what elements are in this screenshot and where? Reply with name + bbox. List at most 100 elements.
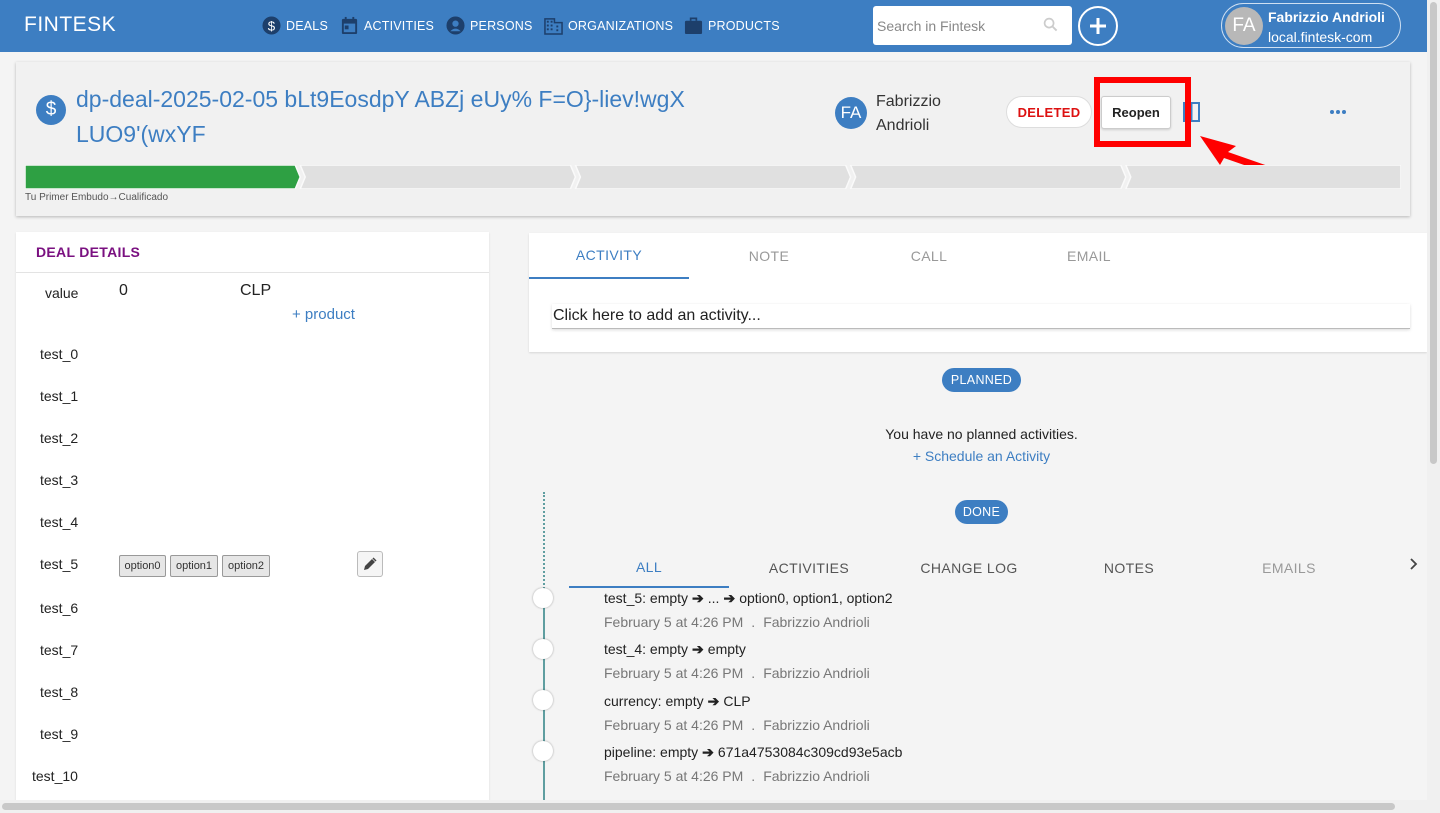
edit-field-button[interactable] xyxy=(357,551,383,577)
more-options-icon[interactable] xyxy=(1328,104,1348,120)
owner-avatar[interactable]: FA xyxy=(835,97,867,129)
field-label-test-1: test_1 xyxy=(40,388,79,404)
pipeline-stage[interactable] xyxy=(1124,165,1401,189)
nav-deals-label: DEALS xyxy=(286,18,328,33)
timeline-dot xyxy=(533,588,553,608)
log-meta: February 5 at 4:26 PM. Fabrizzio Andrioli xyxy=(604,614,1304,630)
log-separator: . xyxy=(751,614,756,630)
search-input[interactable] xyxy=(873,6,1043,45)
pipeline-stage[interactable] xyxy=(25,165,302,189)
nav-persons[interactable]: PERSONS xyxy=(446,16,533,35)
reopen-button[interactable]: Reopen xyxy=(1101,96,1171,129)
search-icon[interactable] xyxy=(1043,17,1058,32)
log-field: test_5: xyxy=(604,590,647,606)
divider xyxy=(16,272,489,273)
log-date: February 5 at 4:26 PM xyxy=(604,665,744,681)
add-new-button[interactable] xyxy=(1078,6,1118,46)
deal-title[interactable]: dp-deal-2025-02-05 bLt9EosdpY ABZj eUy% … xyxy=(76,82,796,152)
pipeline-stage[interactable] xyxy=(574,165,852,189)
tab-change-log[interactable]: CHANGE LOG xyxy=(889,548,1049,588)
horizontal-scrollbar[interactable] xyxy=(0,800,1427,813)
timeline-dot xyxy=(533,741,553,761)
tab-call[interactable]: CALL xyxy=(849,233,1009,279)
field-label-test-2: test_2 xyxy=(40,430,79,446)
log-separator: . xyxy=(751,717,756,733)
vertical-scrollbar[interactable] xyxy=(1427,0,1440,813)
field-label-test-0: test_0 xyxy=(40,346,79,362)
tab-notes[interactable]: NOTES xyxy=(1049,548,1209,588)
log-to: empty xyxy=(707,641,746,657)
brand-logo[interactable]: FINTESK xyxy=(24,13,116,37)
log-author: Fabrizzio Andrioli xyxy=(763,717,870,733)
log-meta: February 5 at 4:26 PM. Fabrizzio Andrioli xyxy=(604,717,1304,733)
field-value-currency[interactable]: CLP xyxy=(240,282,271,300)
field-label-test-6: test_6 xyxy=(40,600,79,616)
deal-details-panel: DEAL DETAILS value 0 CLP + product test_… xyxy=(16,232,489,813)
log-field: currency: xyxy=(604,693,662,709)
calendar-icon xyxy=(341,16,358,35)
section-title: DEAL DETAILS xyxy=(36,244,141,260)
nav-activities-label: ACTIVITIES xyxy=(364,18,435,33)
tab-activities[interactable]: ACTIVITIES xyxy=(729,548,889,588)
add-activity-input[interactable] xyxy=(552,304,1410,329)
activity-composer: ACTIVITY NOTE CALL EMAIL xyxy=(529,233,1427,352)
chevron-right-icon[interactable] xyxy=(1406,556,1420,572)
log-date: February 5 at 4:26 PM xyxy=(604,717,744,733)
log-separator: . xyxy=(751,768,756,784)
nav-activities[interactable]: ACTIVITIES xyxy=(340,16,434,35)
log-date: February 5 at 4:26 PM xyxy=(604,614,744,630)
tab-note[interactable]: NOTE xyxy=(689,233,849,279)
user-menu[interactable]: FA Fabrizzio Andrioli local.fintesk-com xyxy=(1221,3,1401,48)
dollar-circle-icon: $ xyxy=(262,16,281,35)
split-view-icon[interactable] xyxy=(1183,102,1200,122)
log-author: Fabrizzio Andrioli xyxy=(763,614,870,630)
scrollbar-thumb[interactable] xyxy=(2,803,1395,810)
empty-planned-message: You have no planned activities. xyxy=(885,426,1078,442)
timeline-dot xyxy=(533,690,553,710)
field-label-test-9: test_9 xyxy=(40,726,79,742)
log-meta: February 5 at 4:26 PM. Fabrizzio Andrioli xyxy=(604,768,1304,784)
field-label-value: value xyxy=(45,285,79,301)
nav-deals[interactable]: $ DEALS xyxy=(262,16,328,35)
nav-products-label: PRODUCTS xyxy=(708,18,780,33)
option-chip: option2 xyxy=(222,555,270,577)
arrow-right-icon: ➔ xyxy=(723,590,736,606)
pipeline-stage[interactable] xyxy=(849,165,1127,189)
nav-organizations[interactable]: ORGANIZATIONS xyxy=(544,16,673,35)
log-change: test_5: empty ➔... ➔ option0, option1, opti… xyxy=(604,590,1304,607)
tab-activity[interactable]: ACTIVITY xyxy=(529,233,689,279)
planned-badge: PLANNED xyxy=(942,368,1021,392)
svg-text:$: $ xyxy=(268,18,276,33)
dollar-circle-icon: $ xyxy=(36,95,66,125)
log-change: currency: empty ➔ CLP xyxy=(604,693,1304,710)
pencil-icon xyxy=(364,557,377,570)
log-author: Fabrizzio Andrioli xyxy=(763,665,870,681)
log-field: pipeline: xyxy=(604,744,657,760)
nav-products[interactable]: PRODUCTS xyxy=(684,16,780,35)
field-label-test-8: test_8 xyxy=(40,684,79,700)
user-name: Fabrizzio Andrioli xyxy=(1268,9,1385,25)
status-badge: DELETED xyxy=(1006,96,1092,128)
add-product-link[interactable]: + product xyxy=(292,306,355,323)
field-label-test-3: test_3 xyxy=(40,472,79,488)
pipeline-stage[interactable] xyxy=(299,165,577,189)
tab-all[interactable]: ALL xyxy=(569,548,729,588)
pipeline-progress xyxy=(25,165,1401,189)
option-chip: option0 xyxy=(119,555,166,577)
log-entry: pipeline: empty ➔ 671a4753084c309cd93e5acb… xyxy=(604,744,1304,784)
log-change: test_4: empty ➔ empty xyxy=(604,641,1304,658)
top-nav-bar: FINTESK $ DEALS ACTIVITIES PERSONS ORGAN… xyxy=(0,0,1427,52)
scrollbar-thumb[interactable] xyxy=(1430,2,1437,464)
log-to: CLP xyxy=(723,693,751,709)
log-from: empty xyxy=(660,744,699,760)
person-icon xyxy=(446,16,465,35)
nav-persons-label: PERSONS xyxy=(470,18,533,33)
field-value-amount[interactable]: 0 xyxy=(119,282,128,300)
owner-name[interactable]: Fabrizzio Andrioli xyxy=(876,90,986,138)
log-meta: February 5 at 4:26 PM. Fabrizzio Andrioli xyxy=(604,665,1304,681)
log-from: empty xyxy=(665,693,704,709)
schedule-activity-link[interactable]: + Schedule an Activity xyxy=(829,448,1134,464)
field-label-test-4: test_4 xyxy=(40,514,79,530)
tab-emails[interactable]: EMAILS xyxy=(1209,548,1369,588)
tab-email[interactable]: EMAIL xyxy=(1009,233,1169,279)
